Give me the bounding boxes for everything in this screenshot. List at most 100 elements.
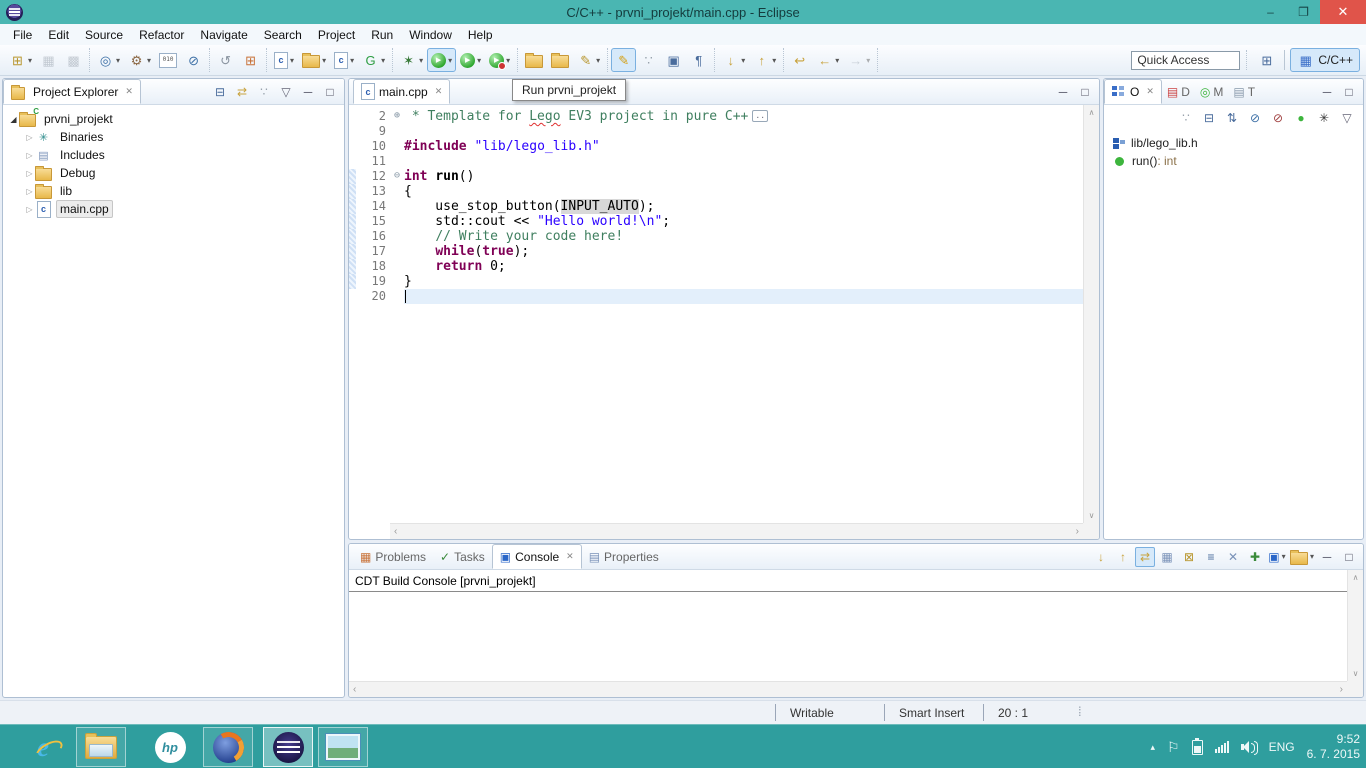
open-element-button[interactable] — [521, 48, 547, 72]
menu-edit[interactable]: Edit — [40, 26, 77, 44]
console-horizontal-scrollbar[interactable]: ‹ › — [349, 681, 1347, 697]
dropdown-arrow-icon[interactable]: ▾ — [381, 56, 385, 65]
code-text[interactable] — [404, 124, 1083, 139]
maximize-button[interactable]: □ — [1339, 82, 1359, 102]
scroll-up-icon[interactable]: ∧ — [1353, 573, 1359, 582]
code-line-13[interactable]: 13{ — [349, 184, 1083, 199]
code-line-15[interactable]: 15 std::cout << "Hello world!\n"; — [349, 214, 1083, 229]
minimize-button[interactable]: ─ — [1053, 82, 1073, 102]
collapsed-arrow-icon[interactable]: ▷ — [24, 151, 35, 160]
dropdown-arrow-icon[interactable]: ▾ — [772, 56, 776, 65]
close-icon[interactable]: ✕ — [125, 86, 133, 97]
dropdown-arrow-icon[interactable]: ▾ — [322, 56, 326, 65]
sort-button[interactable]: ⇅ — [1222, 108, 1242, 128]
menu-project[interactable]: Project — [310, 26, 363, 44]
hide-static-button[interactable]: ⊘ — [1268, 108, 1288, 128]
console-vertical-scrollbar[interactable]: ∧ ∨ — [1347, 570, 1363, 681]
dropdown-arrow-icon[interactable]: ▾ — [835, 56, 839, 65]
console-output[interactable]: CDT Build Console [prvni_projekt] — [349, 570, 1347, 681]
tab-main-cpp[interactable]: c main.cpp ✕ — [353, 79, 450, 104]
show-whitespace-button[interactable]: ¶ — [686, 48, 711, 72]
dropdown-arrow-icon[interactable]: ▾ — [28, 56, 32, 65]
dropdown-arrow-icon[interactable]: ▾ — [1310, 552, 1314, 561]
taskbar-hp[interactable]: hp — [145, 727, 195, 767]
pin-console-button[interactable]: ✚ — [1245, 547, 1265, 567]
word-wrap-button[interactable]: ≡ — [1201, 547, 1221, 567]
menu-run[interactable]: Run — [363, 26, 401, 44]
link-editor-button[interactable]: ⇄ — [232, 82, 252, 102]
save-all-button[interactable]: ▩ — [61, 48, 86, 72]
taskbar-internet-explorer[interactable]: e — [18, 727, 68, 767]
collapsed-arrow-icon[interactable]: ▷ — [24, 187, 35, 196]
collapsed-arrow-icon[interactable]: ▷ — [24, 133, 35, 142]
forward-button[interactable]: →▾ — [843, 48, 874, 72]
code-text[interactable]: { — [404, 184, 1083, 199]
menu-source[interactable]: Source — [77, 26, 131, 44]
menu-file[interactable]: File — [5, 26, 40, 44]
code-line-9[interactable]: 9 — [349, 124, 1083, 139]
scroll-lock-button[interactable]: ⊠ — [1179, 547, 1199, 567]
scroll-right-icon[interactable]: › — [1076, 526, 1079, 537]
tab-outline[interactable]: O✕ — [1104, 79, 1162, 104]
cpp-perspective-button[interactable]: ▦C/C++ — [1290, 48, 1360, 72]
battery-icon[interactable] — [1192, 740, 1203, 755]
tab-t[interactable]: ▤T — [1228, 79, 1260, 104]
tab-tasks[interactable]: ✓Tasks — [433, 544, 492, 569]
tree-item-main-cpp[interactable]: ▷cmain.cpp — [6, 200, 344, 218]
run-tool-button[interactable]: ▶▾ — [456, 48, 485, 72]
menu-help[interactable]: Help — [460, 26, 501, 44]
collapsed-arrow-icon[interactable]: ▷ — [24, 169, 35, 178]
language-indicator[interactable]: ENG — [1269, 740, 1295, 754]
build-button[interactable]: ⚙▾ — [124, 48, 155, 72]
expanded-arrow-icon[interactable]: ◢ — [8, 115, 19, 124]
dropdown-arrow-icon[interactable]: ▾ — [596, 56, 600, 65]
hide-non-public-button[interactable]: ● — [1291, 108, 1311, 128]
code-line-14[interactable]: 14 use_stop_button(INPUT_AUTO); — [349, 199, 1083, 214]
outline-item-include[interactable]: lib/lego_lib.h — [1112, 134, 1363, 152]
taskbar-eclipse[interactable] — [263, 727, 313, 767]
collapsed-arrow-icon[interactable]: ▷ — [24, 205, 35, 214]
close-window-button[interactable]: ✕ — [1320, 0, 1366, 24]
new-project-button[interactable]: ▾ — [298, 48, 330, 72]
code-text[interactable]: std::cout << "Hello world!\n"; — [404, 214, 1083, 229]
dropdown-arrow-icon[interactable]: ▾ — [506, 56, 510, 65]
tab-project-explorer[interactable]: Project Explorer ✕ — [3, 79, 141, 104]
code-text[interactable]: } — [404, 274, 1083, 289]
code-text[interactable]: * Template for Lego EV3 project in pure … — [404, 109, 1083, 124]
code-line-10[interactable]: 10#include "lib/lego_lib.h" — [349, 139, 1083, 154]
restart-button[interactable]: ↺ — [213, 48, 238, 72]
tab-console[interactable]: ▣Console✕ — [492, 544, 582, 569]
scroll-left-icon[interactable]: ‹ — [394, 526, 397, 537]
code-text[interactable]: return 0; — [404, 259, 1083, 274]
tab-problems[interactable]: ▦Problems — [353, 544, 433, 569]
maximize-button[interactable]: □ — [1339, 547, 1359, 567]
display-console-button[interactable]: ▣▾ — [1267, 547, 1287, 567]
save-button[interactable]: ▦ — [36, 48, 61, 72]
hide-fields-button[interactable]: ⊘ — [1245, 108, 1265, 128]
tree-item-includes[interactable]: ▷▤Includes — [6, 146, 344, 164]
dropdown-arrow-icon[interactable]: ▾ — [477, 56, 481, 65]
dropdown-arrow-icon[interactable]: ▾ — [419, 56, 423, 65]
code-line-11[interactable]: 11 — [349, 154, 1083, 169]
next-console-button[interactable]: ↓ — [1091, 547, 1111, 567]
close-icon[interactable]: ✕ — [435, 86, 443, 97]
editor-vertical-scrollbar[interactable]: ∧ ∨ — [1083, 105, 1099, 523]
tree-item-prvni-projekt[interactable]: ◢Cprvni_projekt — [6, 110, 344, 128]
code-text[interactable] — [404, 289, 1083, 304]
mark-occurrences-button[interactable]: ✎ — [611, 48, 636, 72]
menu-search[interactable]: Search — [256, 26, 310, 44]
dropdown-arrow-icon[interactable]: ▾ — [448, 56, 452, 65]
taskbar-firefox[interactable] — [203, 727, 253, 767]
volume-icon[interactable] — [1241, 740, 1257, 754]
debug-button[interactable]: ✶▾ — [396, 48, 427, 72]
code-line-17[interactable]: 17 while(true); — [349, 244, 1083, 259]
taskbar-file-explorer[interactable] — [76, 727, 126, 767]
next-annotation-button[interactable]: ↓▾ — [718, 48, 749, 72]
tab-properties[interactable]: ▤Properties — [582, 544, 666, 569]
close-icon[interactable]: ✕ — [566, 551, 574, 562]
fold-icon[interactable]: ⊕ — [390, 109, 404, 124]
previous-console-button[interactable]: ↑ — [1113, 547, 1133, 567]
code-line-18[interactable]: 18 return 0; — [349, 259, 1083, 274]
profile-button[interactable]: ▶▾ — [485, 48, 514, 72]
follow-output-button[interactable]: ⇄ — [1135, 547, 1155, 567]
